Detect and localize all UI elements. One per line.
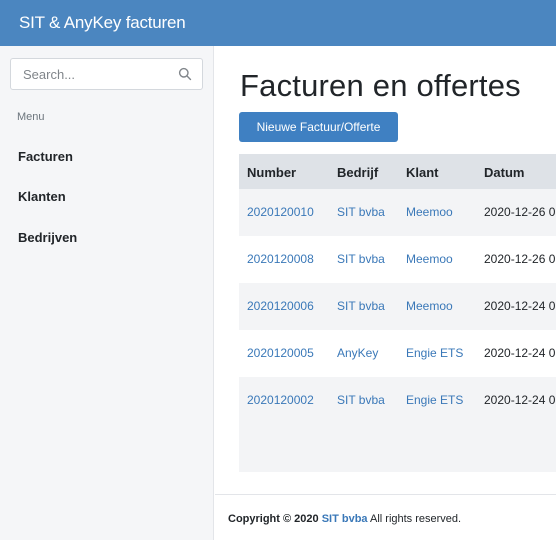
main-content: Facturen en offertes Nieuwe Factuur/Offe… [215,46,556,540]
invoice-number-link[interactable]: 2020120008 [247,236,314,283]
column-header-bedrijf[interactable]: Bedrijf [337,165,378,180]
search-input[interactable] [11,59,171,89]
invoice-number-link[interactable]: 2020120010 [247,189,314,236]
invoices-table: Number Bedrijf Klant Datum 2020120010 SI… [239,154,556,472]
column-header-number[interactable]: Number [247,165,296,180]
sidebar-item-klanten[interactable]: Klanten [18,189,66,204]
company-link[interactable]: SIT bvba [337,283,385,330]
footer-company-link[interactable]: SIT bvba [322,513,368,525]
table-row: 2020120008 SIT bvba Meemoo 2020-12-26 0 [239,236,556,283]
rights-text: All rights reserved. [370,513,462,525]
client-link[interactable]: Engie ETS [406,330,463,377]
table-row: 2020120005 AnyKey Engie ETS 2020-12-24 0 [239,330,556,377]
client-link[interactable]: Meemoo [406,283,453,330]
invoice-date: 2020-12-24 0 [484,393,556,407]
client-link[interactable]: Meemoo [406,236,453,283]
invoice-date: 2020-12-24 0 [484,299,556,313]
invoice-number-link[interactable]: 2020120005 [247,330,314,377]
search-box [10,58,203,90]
table-row: 2020120010 SIT bvba Meemoo 2020-12-26 0 [239,189,556,236]
invoice-date: 2020-12-26 0 [484,252,556,266]
company-link[interactable]: SIT bvba [337,377,385,424]
client-link[interactable]: Meemoo [406,189,453,236]
company-link[interactable]: AnyKey [337,330,378,377]
client-link[interactable]: Engie ETS [406,377,463,424]
search-icon[interactable] [178,67,192,81]
table-row: 2020120002 SIT bvba Engie ETS 2020-12-24… [239,377,556,424]
table-row: 2020120006 SIT bvba Meemoo 2020-12-24 0 [239,283,556,330]
company-link[interactable]: SIT bvba [337,236,385,283]
page-title: Facturen en offertes [240,68,521,103]
sidebar-item-bedrijven[interactable]: Bedrijven [18,230,77,245]
menu-heading: Menu [17,111,45,123]
column-header-klant[interactable]: Klant [406,165,439,180]
footer-text: Copyright © 2020 SIT bvba All rights res… [228,513,461,525]
new-invoice-button[interactable]: Nieuwe Factuur/Offerte [239,112,398,142]
invoice-number-link[interactable]: 2020120002 [247,377,314,424]
sidebar-item-facturen[interactable]: Facturen [18,149,73,164]
sidebar: Menu Facturen Klanten Bedrijven [0,46,214,540]
top-navbar: SIT & AnyKey facturen [0,0,556,46]
column-header-datum[interactable]: Datum [484,165,524,180]
copyright-text: Copyright © 2020 [228,513,319,525]
company-link[interactable]: SIT bvba [337,189,385,236]
app-title[interactable]: SIT & AnyKey facturen [19,13,186,33]
invoice-date: 2020-12-24 0 [484,346,556,360]
table-header: Number Bedrijf Klant Datum [239,154,556,189]
invoice-number-link[interactable]: 2020120006 [247,283,314,330]
footer: Copyright © 2020 SIT bvba All rights res… [215,494,556,540]
invoice-date: 2020-12-26 0 [484,205,556,219]
